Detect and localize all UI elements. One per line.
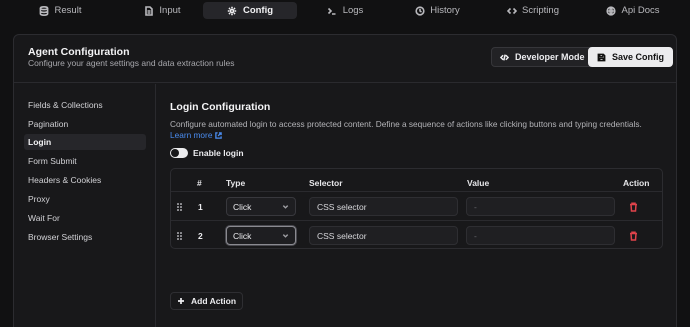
row-number: 2 [198, 231, 203, 241]
save-config-button[interactable]: Save Config [588, 47, 674, 67]
section-description: Configure automated login to access prot… [170, 119, 670, 141]
external-link-icon [214, 132, 222, 139]
save-icon [597, 53, 606, 61]
document-icon [143, 5, 154, 16]
tab-label: Logs [342, 5, 364, 16]
selector-input[interactable]: CSS selector [309, 226, 458, 245]
tab-label: Result [54, 5, 82, 16]
add-action-button[interactable]: Add Action [170, 292, 244, 310]
card-header: Agent Configuration Configure your agent… [14, 35, 676, 83]
tab-scripting[interactable]: Scripting [475, 2, 590, 19]
developer-mode-label: Developer Mode [515, 52, 585, 62]
row-number: 1 [198, 202, 203, 212]
sidebar-item-browser-settings[interactable]: Browser Settings [24, 229, 146, 245]
tab-label: Scripting [522, 5, 559, 16]
enable-login-row: Enable login [170, 148, 244, 158]
tab-label: Config [242, 5, 274, 16]
column-header-action: Action [623, 178, 650, 188]
learn-more-link[interactable]: Learn more [170, 130, 222, 140]
top-tab-bar: Result Input Config Logs History Scripti… [0, 0, 690, 21]
terminal-icon [327, 5, 338, 16]
sidebar-item-form-submit[interactable]: Form Submit [24, 153, 146, 169]
tab-label: Input [159, 5, 181, 16]
login-configuration-panel: Login Configuration Configure automated … [169, 84, 674, 327]
history-icon [414, 5, 425, 16]
sidebar-item-login[interactable]: Login [24, 134, 146, 150]
agent-configuration-card: Agent Configuration Configure your agent… [13, 34, 677, 327]
learn-more-label: Learn more [170, 130, 213, 140]
sidebar-item-proxy[interactable]: Proxy [24, 191, 146, 207]
value-input[interactable]: - [466, 226, 615, 245]
globe-icon [605, 5, 616, 16]
value-input[interactable]: - [466, 197, 615, 216]
add-action-label: Add Action [191, 296, 237, 306]
trash-icon [630, 231, 637, 241]
description-text: Configure automated login to access prot… [170, 119, 642, 129]
selected-type: Click [233, 201, 252, 212]
enable-login-toggle[interactable] [170, 148, 188, 158]
drag-handle-icon[interactable] [177, 232, 183, 240]
developer-mode-button[interactable]: Developer Mode [491, 47, 594, 67]
config-sidebar: Fields & Collections Pagination Login Fo… [14, 84, 156, 327]
save-config-label: Save Config [612, 52, 665, 62]
trash-icon [630, 202, 637, 212]
enable-login-label: Enable login [193, 148, 244, 158]
table-row: 2 Click CSS selector - [171, 220, 662, 250]
action-type-select[interactable]: Click [226, 226, 296, 245]
table-row: 1 Click CSS selector - [171, 191, 662, 221]
chevron-down-icon [282, 205, 289, 209]
plus-icon [178, 298, 184, 304]
chevron-down-icon [282, 234, 289, 238]
tab-config[interactable]: Config [203, 2, 297, 19]
column-header-type: Type [226, 178, 246, 188]
selected-type: Click [233, 230, 252, 241]
sidebar-item-wait-for[interactable]: Wait For [24, 210, 146, 226]
database-icon [39, 5, 50, 16]
delete-row-button[interactable] [629, 201, 638, 212]
toggle-knob [171, 149, 179, 157]
delete-row-button[interactable] [629, 230, 638, 241]
code-icon [500, 53, 509, 61]
tab-api-docs[interactable]: Api Docs [575, 2, 690, 19]
column-header-number: # [197, 178, 202, 188]
sidebar-item-pagination[interactable]: Pagination [24, 116, 146, 132]
drag-handle-icon[interactable] [177, 203, 183, 211]
tab-label: Api Docs [621, 5, 660, 16]
gear-icon [227, 5, 238, 16]
page-subtitle: Configure your agent settings and data e… [28, 58, 235, 68]
column-header-selector: Selector [309, 178, 343, 188]
action-type-select[interactable]: Click [226, 197, 296, 216]
page-title: Agent Configuration [28, 46, 130, 58]
column-header-value: Value [467, 178, 490, 188]
sidebar-item-fields-collections[interactable]: Fields & Collections [24, 97, 146, 113]
selector-input[interactable]: CSS selector [309, 197, 458, 216]
section-title: Login Configuration [170, 101, 271, 113]
tab-label: History [430, 5, 460, 16]
login-actions-table: # Type Selector Value Action 1 Click CSS… [170, 168, 663, 249]
code-icon [506, 5, 517, 16]
sidebar-item-headers-cookies[interactable]: Headers & Cookies [24, 172, 146, 188]
